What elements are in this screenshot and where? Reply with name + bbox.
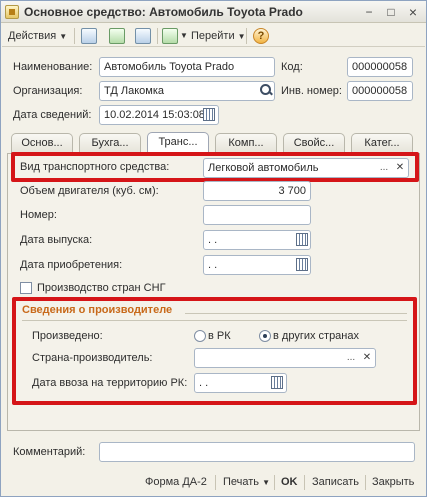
purchase-date-value: . .: [208, 259, 218, 271]
date-label: Дата сведений:: [13, 109, 92, 121]
dropdown-arrow-icon: ▼: [237, 32, 246, 41]
copy-icon[interactable]: [135, 28, 151, 44]
import-date-label: Дата ввоза на территорию РК:: [32, 377, 188, 389]
window-title: Основное средство: Автомобиль Toyota Pra…: [24, 5, 303, 19]
calendar-icon[interactable]: [203, 108, 215, 121]
tab-main[interactable]: Основ...: [11, 133, 73, 153]
search-icon[interactable]: [260, 84, 272, 96]
tab-properties[interactable]: Свойс...: [283, 133, 345, 153]
cis-label: Производство стран СНГ: [37, 282, 166, 294]
purchase-date-field[interactable]: . .: [203, 255, 311, 275]
refresh-icon[interactable]: [109, 28, 125, 44]
engine-label: Объем двигателя (куб. см):: [20, 185, 159, 197]
radio-rk-label: в РК: [208, 330, 231, 342]
tab-categories[interactable]: Катег...: [351, 133, 413, 153]
number-label: Номер:: [20, 209, 57, 221]
calendar-icon[interactable]: [271, 376, 283, 389]
minimize-button[interactable]: −: [361, 4, 377, 20]
goto-label: Перейти: [191, 30, 235, 42]
toolbar-separator: [246, 28, 247, 44]
release-date-label: Дата выпуска:: [20, 234, 93, 246]
maximize-button[interactable]: □: [383, 4, 399, 20]
structure-dropdown-icon[interactable]: ▼: [180, 27, 188, 45]
organization-value: ТД Лакомка: [104, 85, 164, 97]
title-bar: Основное средство: Автомобиль Toyota Pra…: [1, 1, 426, 23]
manufacturer-group-title: Сведения о производителе: [22, 304, 173, 316]
purchase-date-label: Дата приобретения:: [20, 259, 123, 271]
main-window: Основное средство: Автомобиль Toyota Pra…: [0, 0, 427, 497]
tab-accounting[interactable]: Бухга...: [79, 133, 141, 153]
import-date-value: . .: [199, 377, 209, 389]
structure-icon[interactable]: [162, 28, 178, 44]
name-label: Наименование:: [13, 61, 93, 73]
inventory-input[interactable]: 000000058: [347, 81, 413, 101]
actions-menu[interactable]: Действия ▼: [8, 27, 67, 45]
footer-separator: [304, 475, 305, 490]
toolbar-separator: [157, 28, 158, 44]
cis-checkbox[interactable]: [20, 282, 32, 294]
vehicle-type-label: Вид транспортного средства:: [20, 161, 170, 173]
dropdown-arrow-icon: ▼: [59, 32, 68, 41]
comment-label: Комментарий:: [13, 446, 86, 458]
code-input[interactable]: 000000058: [347, 57, 413, 77]
calendar-icon[interactable]: [296, 258, 308, 271]
name-input[interactable]: Автомобиль Toyota Prado: [99, 57, 275, 77]
code-label: Код:: [281, 61, 303, 73]
vehicle-type-value: Легковой автомобиль: [208, 162, 319, 174]
group-divider: [185, 313, 407, 314]
inventory-label: Инв. номер:: [281, 85, 342, 97]
toolbar-separator: [74, 28, 75, 44]
import-date-field[interactable]: . .: [194, 373, 287, 393]
save-button[interactable]: Записать: [312, 473, 359, 491]
goto-menu[interactable]: Перейти ▼: [191, 27, 246, 45]
ok-button[interactable]: OK: [281, 473, 298, 491]
comment-input[interactable]: [99, 442, 415, 462]
radio-other-label: в других странах: [273, 330, 359, 342]
vehicle-type-field[interactable]: Легковой автомобиль ... ✕: [203, 158, 409, 178]
dropdown-arrow-icon: ▼: [262, 478, 271, 487]
release-date-value: . .: [208, 234, 218, 246]
help-icon[interactable]: ?: [253, 28, 269, 44]
radio-rk[interactable]: [194, 330, 206, 342]
radio-other-countries[interactable]: [259, 330, 271, 342]
select-ellipsis-icon[interactable]: ...: [376, 160, 392, 176]
produced-label: Произведено:: [32, 330, 103, 342]
asset-icon: [5, 5, 19, 19]
date-value: 10.02.2014 15:03:08: [104, 109, 205, 121]
footer-separator: [274, 475, 275, 490]
close-window-button[interactable]: ×: [405, 4, 421, 20]
country-label: Страна-производитель:: [32, 352, 153, 364]
print-menu[interactable]: Печать ▼: [223, 473, 270, 491]
release-date-field[interactable]: . .: [203, 230, 311, 250]
organization-field[interactable]: ТД Лакомка: [99, 81, 275, 101]
clear-icon[interactable]: ✕: [392, 160, 408, 176]
footer-separator: [215, 475, 216, 490]
form-da2-button[interactable]: Форма ДА-2: [145, 473, 207, 491]
select-ellipsis-icon[interactable]: ...: [343, 350, 359, 366]
number-input[interactable]: [203, 205, 311, 225]
actions-label: Действия: [8, 30, 57, 42]
tab-transport[interactable]: Транс...: [147, 132, 209, 154]
close-button[interactable]: Закрыть: [372, 473, 414, 491]
country-field[interactable]: ... ✕: [194, 348, 376, 368]
date-field[interactable]: 10.02.2014 15:03:08: [99, 105, 219, 125]
tab-bar: Основ... Бухга... Транс... Комп... Свойс…: [9, 132, 419, 154]
organization-label: Организация:: [13, 85, 83, 97]
print-label: Печать: [223, 476, 260, 488]
engine-input[interactable]: 3 700: [203, 181, 311, 201]
calendar-icon[interactable]: [296, 233, 308, 246]
toolbar: Действия ▼ ▼ Перейти ▼ ?: [2, 25, 425, 47]
tab-components[interactable]: Комп...: [215, 133, 277, 153]
footer-separator: [365, 475, 366, 490]
group-divider: [22, 320, 407, 321]
clear-icon[interactable]: ✕: [359, 350, 375, 366]
post-document-icon[interactable]: [81, 28, 97, 44]
